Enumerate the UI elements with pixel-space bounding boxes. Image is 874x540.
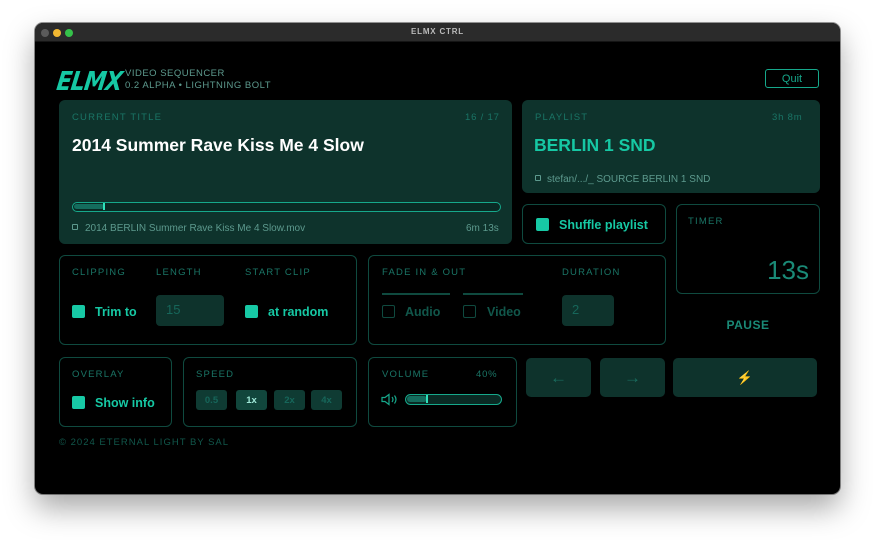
app-subtitle: VIDEO SEQUENCER bbox=[125, 68, 225, 79]
current-title-name: 2014 Summer Rave Kiss Me 4 Slow bbox=[72, 135, 364, 155]
fade-video-label: Video bbox=[487, 305, 521, 319]
volume-percent: 40% bbox=[476, 369, 498, 380]
overlay-panel bbox=[59, 357, 172, 427]
length-label: LENGTH bbox=[156, 267, 202, 278]
shuffle-label: Shuffle playlist bbox=[559, 218, 648, 232]
speed-4x-button[interactable]: 4x bbox=[311, 390, 342, 410]
lightning-bolt-icon: ⚡ bbox=[736, 369, 754, 385]
show-info-checkbox[interactable] bbox=[72, 396, 85, 409]
playlist-total-duration: 3h 8m bbox=[772, 112, 803, 123]
video-divider bbox=[463, 293, 523, 295]
volume-panel bbox=[368, 357, 517, 427]
timer-label: TIMER bbox=[688, 216, 724, 227]
app-version: 0.2 ALPHA • LIGHTNING BOLT bbox=[125, 80, 272, 91]
start-clip-label: START CLIP bbox=[245, 267, 311, 278]
playback-progress-fill bbox=[74, 204, 104, 209]
current-filename: 2014 BERLIN Summer Rave Kiss Me 4 Slow.m… bbox=[85, 223, 306, 234]
playlist-name: BERLIN 1 SND bbox=[534, 135, 656, 155]
app-window: ELMX CTRL ELMX VIDEO SEQUENCER 0.2 ALPHA… bbox=[35, 23, 840, 494]
speed-2x-button[interactable]: 2x bbox=[274, 390, 305, 410]
fade-video-checkbox[interactable] bbox=[463, 305, 476, 318]
random-start-label: at random bbox=[268, 305, 329, 319]
quit-button[interactable]: Quit bbox=[765, 69, 819, 88]
trim-checkbox[interactable] bbox=[72, 305, 85, 318]
folder-icon bbox=[535, 175, 541, 181]
audio-divider bbox=[382, 293, 450, 295]
playlist-label: PLAYLIST bbox=[535, 112, 589, 123]
app-logo: ELMX bbox=[54, 67, 124, 97]
fade-duration-input[interactable]: 2 bbox=[562, 295, 614, 326]
footer-copyright: © 2024 ETERNAL LIGHT BY SAL bbox=[59, 437, 230, 448]
volume-slider-knob[interactable] bbox=[426, 395, 428, 403]
length-input[interactable]: 15 bbox=[156, 295, 224, 326]
track-position: 16 / 17 bbox=[465, 112, 500, 123]
show-info-label: Show info bbox=[95, 396, 155, 410]
fade-label: FADE IN & OUT bbox=[382, 267, 467, 278]
current-duration: 6m 13s bbox=[466, 223, 499, 234]
pause-button[interactable]: PAUSE bbox=[676, 305, 820, 345]
title-bar: ELMX CTRL bbox=[35, 23, 840, 42]
speed-1x-button[interactable]: 1x bbox=[236, 390, 267, 410]
fade-audio-label: Audio bbox=[405, 305, 441, 319]
playback-progress-knob[interactable] bbox=[103, 203, 105, 210]
timer-value: 13s bbox=[767, 255, 809, 285]
volume-slider[interactable] bbox=[405, 394, 502, 405]
overlay-label: OVERLAY bbox=[72, 369, 125, 380]
shuffle-checkbox[interactable] bbox=[536, 218, 549, 231]
clipping-label: CLIPPING bbox=[72, 267, 126, 278]
volume-label: VOLUME bbox=[382, 369, 430, 380]
trim-label: Trim to bbox=[95, 305, 137, 319]
playback-progress-bar[interactable] bbox=[72, 202, 501, 212]
fade-duration-label: DURATION bbox=[562, 267, 621, 278]
current-title-label: CURRENT TITLE bbox=[72, 112, 163, 123]
window-title: ELMX CTRL bbox=[411, 27, 464, 36]
speed-0-5-button[interactable]: 0.5 bbox=[196, 390, 227, 410]
speed-label: SPEED bbox=[196, 369, 235, 380]
speaker-icon bbox=[381, 393, 397, 406]
volume-slider-fill bbox=[407, 396, 427, 402]
previous-button[interactable]: ← bbox=[526, 358, 591, 397]
file-icon bbox=[72, 224, 78, 230]
fade-audio-checkbox[interactable] bbox=[382, 305, 395, 318]
random-start-checkbox[interactable] bbox=[245, 305, 258, 318]
playlist-path: stefan/.../_ SOURCE BERLIN 1 SND bbox=[547, 174, 711, 185]
lightning-bolt-button[interactable]: ⚡ bbox=[673, 358, 817, 397]
next-button[interactable]: → bbox=[600, 358, 665, 397]
